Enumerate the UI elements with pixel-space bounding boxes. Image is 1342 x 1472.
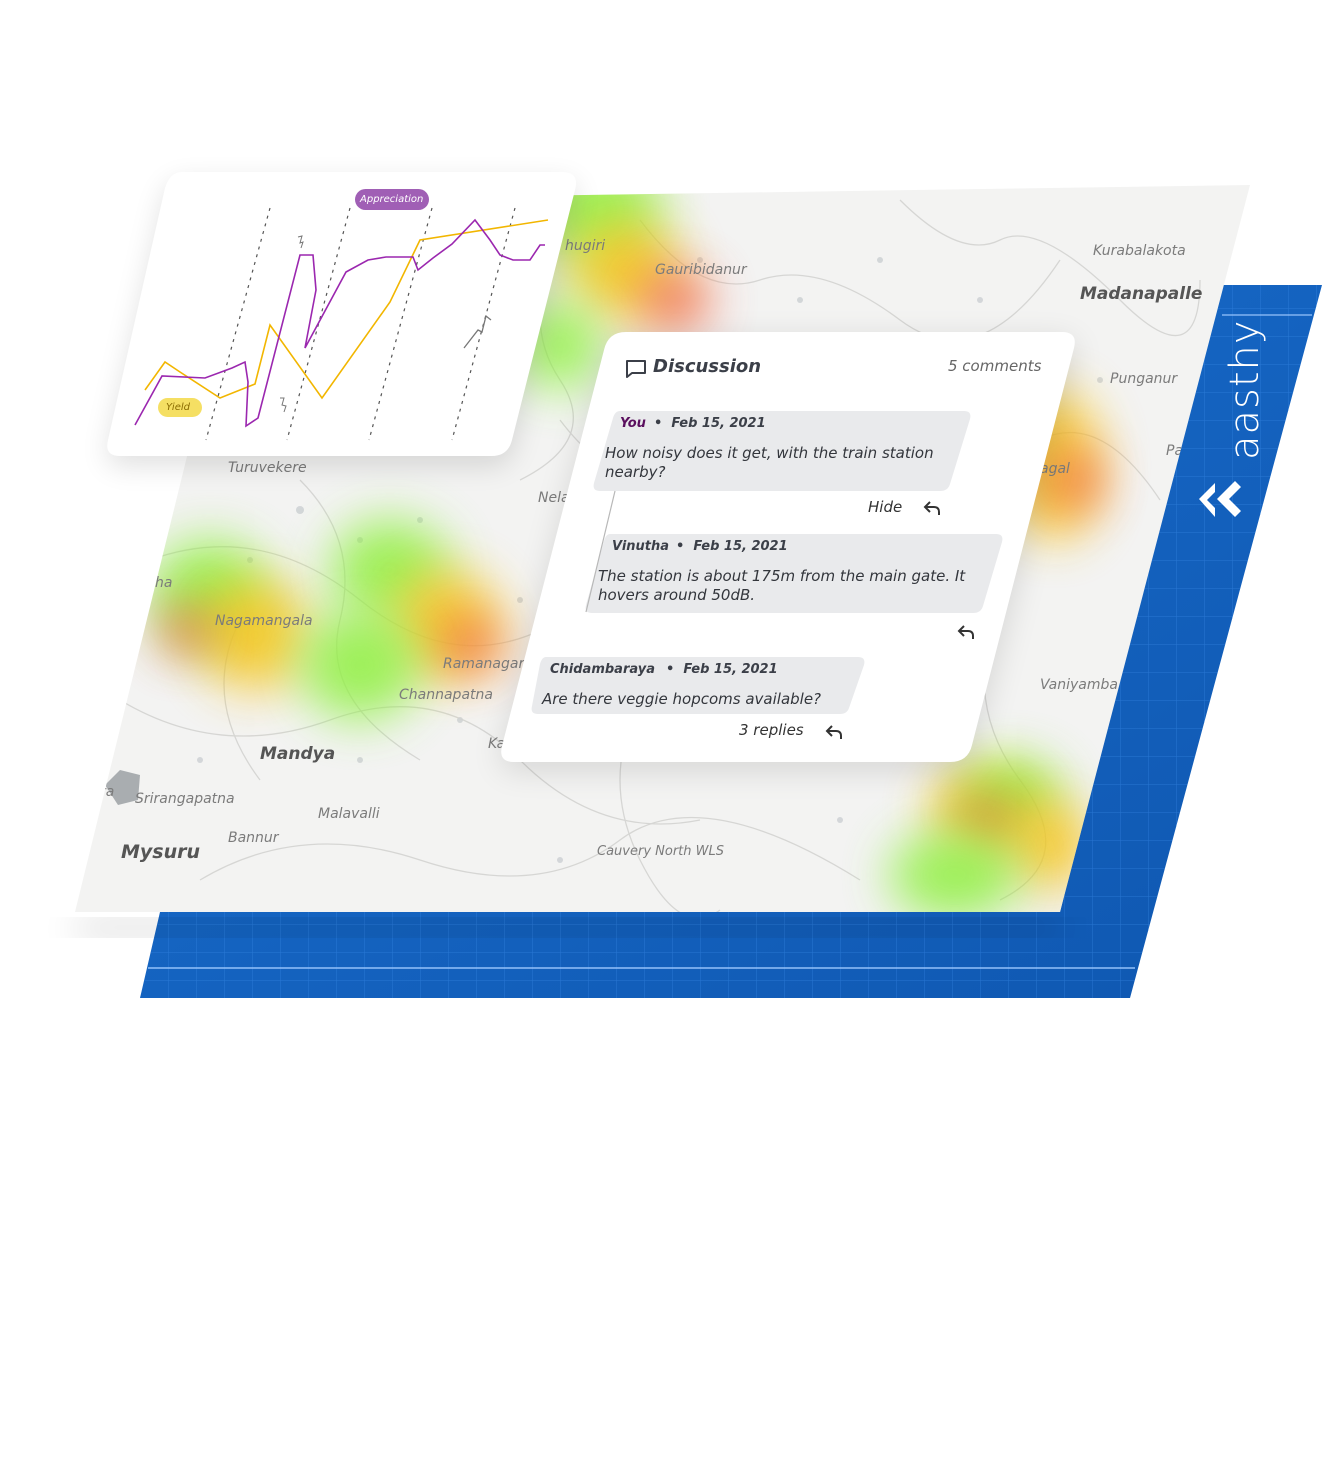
comment-body: How noisy does it get, with the train st…: [605, 444, 934, 481]
hide-button[interactable]: Hide: [868, 498, 902, 516]
comment-date: • Feb 15, 2021: [654, 416, 766, 431]
chat-bubble-icon: [626, 360, 646, 378]
discussion-title: Discussion: [653, 356, 762, 377]
comment-date: • Feb 15, 2021: [676, 539, 788, 554]
comment-count: 5 comments: [948, 357, 1042, 375]
comment-body: The station is about 175m from the main …: [598, 567, 966, 604]
comment-author[interactable]: Vinutha: [612, 539, 669, 554]
reply-icon[interactable]: [956, 624, 976, 640]
discussion-card: [501, 332, 1075, 770]
reply-icon[interactable]: [824, 724, 844, 740]
reply-icon[interactable]: [922, 500, 942, 516]
comment-body: Are there veggie hopcoms available?: [542, 690, 822, 708]
comment-date: • Feb 15, 2021: [666, 662, 778, 677]
replies-link[interactable]: 3 replies: [739, 721, 804, 739]
comment-author[interactable]: Chidambaraya: [550, 662, 655, 677]
scene: aasthy Gauribidanur Kurabalakota Madanap…: [0, 0, 1342, 1472]
comment-author[interactable]: You: [620, 416, 646, 431]
